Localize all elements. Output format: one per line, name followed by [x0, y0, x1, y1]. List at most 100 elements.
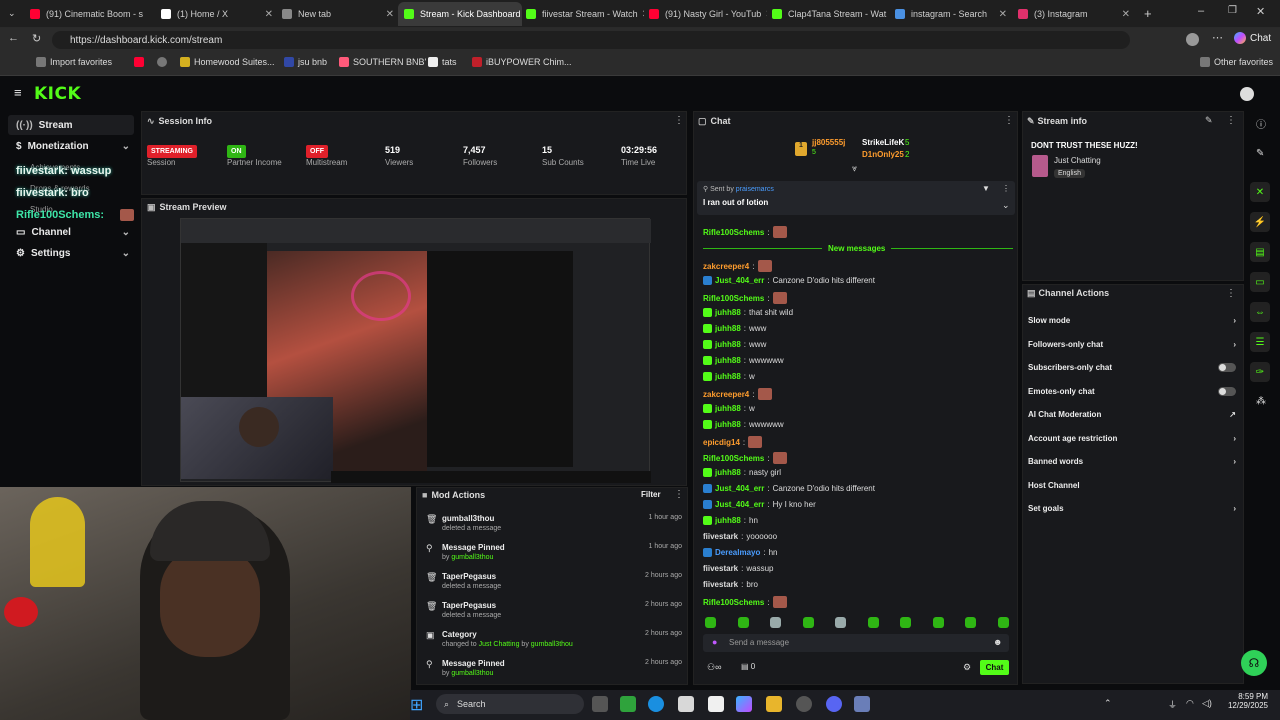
- browser-tab[interactable]: (3) Instagram ✕: [1012, 2, 1136, 26]
- browser-tab[interactable]: Clap4Tana Stream - Wat✕: [766, 2, 890, 26]
- mod-action-item[interactable]: 🗑 TaperPegasus deleted a message 2 hours ag…: [426, 570, 684, 598]
- chat-username[interactable]: juhh88: [715, 308, 741, 317]
- chat-settings-icon[interactable]: ⚙: [963, 662, 971, 673]
- kebab-menu-icon[interactable]: ⋮: [674, 489, 684, 500]
- channel-action-item[interactable]: Account age restriction ›: [1028, 434, 1236, 443]
- taskbar-search[interactable]: ⌕ Search: [436, 694, 584, 714]
- chat-username[interactable]: Derealmayo: [715, 548, 760, 557]
- bookmark-globe[interactable]: [157, 57, 167, 67]
- store-icon[interactable]: [678, 696, 694, 712]
- chat-bubble-icon[interactable]: ▭: [1250, 272, 1270, 292]
- chat-message[interactable]: epicdig14:: [703, 436, 765, 448]
- server-icon[interactable]: ☰: [1250, 332, 1270, 352]
- chat-message[interactable]: fiivestark: yoooooo: [703, 532, 777, 541]
- chat-username[interactable]: Rifle100Schems: [703, 228, 764, 237]
- chat-message[interactable]: Just_404_err: Hy I kno her: [703, 500, 816, 509]
- quick-emote-icon[interactable]: [997, 617, 1009, 628]
- close-tab-icon[interactable]: ✕: [261, 9, 273, 20]
- more-tools-icon[interactable]: ⁂: [1256, 396, 1266, 407]
- kebab-menu-icon[interactable]: ⋮: [674, 115, 684, 126]
- chat-username[interactable]: epicdig14: [703, 438, 740, 447]
- edit-icon[interactable]: ✎: [1205, 115, 1213, 126]
- chat-message[interactable]: Rifle100Schems:: [703, 596, 790, 608]
- browser-tab[interactable]: (91) Cinematic Boom - s✕: [24, 2, 148, 26]
- support-icon[interactable]: ☊: [1241, 650, 1267, 676]
- url-input[interactable]: https://dashboard.kick.com/stream: [52, 31, 1130, 49]
- chat-username[interactable]: juhh88: [715, 468, 741, 477]
- channel-action-item[interactable]: Subscribers-only chat: [1028, 363, 1236, 372]
- chat-message[interactable]: juhh88: wwwwww: [703, 420, 784, 429]
- close-tab-icon[interactable]: ✕: [995, 9, 1007, 20]
- bookmark-import-favorites[interactable]: Import favorites: [36, 57, 112, 67]
- lightning-icon[interactable]: ⚡: [1250, 212, 1270, 232]
- mod-action-item[interactable]: ⚲ Message Pinned by gumball3thou 1 hour ago: [426, 541, 684, 569]
- chat-message[interactable]: juhh88: that shit wild: [703, 308, 793, 317]
- gifter-name[interactable]: StrikeLifeK: [862, 138, 904, 147]
- points-icon[interactable]: ⚇∞: [707, 662, 721, 673]
- channel-action-item[interactable]: Banned words ›: [1028, 457, 1236, 466]
- chat-message[interactable]: juhh88: wwwwww: [703, 356, 784, 365]
- browser-tab[interactable]: instagram - Search ✕: [889, 2, 1013, 26]
- chat-message[interactable]: juhh88: hn: [703, 516, 758, 525]
- mod-action-item[interactable]: 🗑 gumball3thou deleted a message 1 hour ago: [426, 512, 684, 540]
- channel-action-item[interactable]: Set goals ›: [1028, 504, 1236, 513]
- chat-username[interactable]: juhh88: [715, 340, 741, 349]
- quick-action-icon[interactable]: ✕: [1250, 182, 1270, 202]
- sidebar-item-channel[interactable]: ▭ Channel ⌄: [8, 222, 134, 242]
- chat-username[interactable]: juhh88: [715, 404, 741, 413]
- chat-username[interactable]: Just_404_err: [715, 484, 764, 493]
- sidebar-item-monetization[interactable]: $ Monetization ⌄: [8, 136, 134, 156]
- bookmark-tats[interactable]: tats: [428, 57, 457, 67]
- user-avatar[interactable]: [1240, 87, 1254, 101]
- kebab-menu-icon[interactable]: ⋮: [1004, 115, 1014, 126]
- chat-message[interactable]: juhh88: www: [703, 340, 766, 349]
- chat-username[interactable]: juhh88: [715, 324, 741, 333]
- back-icon[interactable]: ←: [8, 32, 19, 44]
- copilot-icon[interactable]: [736, 696, 752, 712]
- profile-avatar[interactable]: [1186, 33, 1199, 46]
- chat-message[interactable]: Rifle100Schems:: [703, 226, 790, 238]
- menu-dots-icon[interactable]: ⋯: [1212, 31, 1223, 44]
- quick-emote-icon[interactable]: [802, 617, 814, 628]
- bookmark-other-favorites[interactable]: Other favorites: [1200, 57, 1273, 67]
- chat-message[interactable]: zakcreeper4:: [703, 388, 775, 400]
- toggle-switch[interactable]: [1218, 363, 1236, 372]
- copilot-chat-button[interactable]: Chat: [1234, 32, 1271, 44]
- bookmark-ibuypower[interactable]: iBUYPOWER Chim...: [472, 57, 572, 67]
- chat-username[interactable]: juhh88: [715, 420, 741, 429]
- filter-button[interactable]: Filter: [641, 490, 661, 499]
- chat-username[interactable]: Rifle100Schems: [703, 454, 764, 463]
- volume-icon[interactable]: ◁): [1202, 698, 1212, 709]
- info-icon[interactable]: ⓘ: [1256, 116, 1266, 131]
- chat-username[interactable]: juhh88: [715, 372, 741, 381]
- task-view-icon[interactable]: [592, 696, 608, 712]
- document-icon[interactable]: ▤: [1250, 242, 1270, 262]
- bookmark-homewood[interactable]: Homewood Suites...: [180, 57, 275, 67]
- mic-icon[interactable]: ●: [712, 637, 717, 647]
- chat-username[interactable]: fiivestark: [703, 580, 738, 589]
- close-tab-icon[interactable]: ✕: [1118, 9, 1130, 20]
- edit-icon[interactable]: ✎: [1256, 148, 1264, 159]
- chat-message[interactable]: zakcreeper4:: [703, 260, 775, 272]
- chat-username[interactable]: juhh88: [715, 356, 741, 365]
- quick-emote-icon[interactable]: [737, 617, 749, 628]
- chat-username[interactable]: Just_404_err: [715, 500, 764, 509]
- chat-username[interactable]: juhh88: [715, 516, 741, 525]
- tab-list-chevron-icon[interactable]: ⌄: [8, 8, 16, 19]
- chat-message[interactable]: juhh88: nasty girl: [703, 468, 781, 477]
- stream-preview-video[interactable]: [180, 218, 651, 483]
- sidebar-item-settings[interactable]: ⚙ Settings ⌄: [8, 243, 134, 263]
- mod-action-item[interactable]: 🗑 TaperPegasus deleted a message 2 hours ag…: [426, 599, 684, 627]
- quick-emote-icon[interactable]: [965, 617, 976, 628]
- settings-icon[interactable]: [854, 696, 870, 712]
- chat-username[interactable]: fiivestark: [703, 564, 738, 573]
- pin-icon[interactable]: ▼: [982, 184, 990, 193]
- gifter-name[interactable]: jj805555j: [812, 138, 845, 147]
- browser-tab[interactable]: fiivestar Stream - Watch✕: [520, 2, 644, 26]
- minimize-button[interactable]: –: [1198, 5, 1204, 17]
- quick-emote-icon[interactable]: [867, 617, 879, 628]
- discord-icon[interactable]: [826, 696, 842, 712]
- close-tab-icon[interactable]: ✕: [382, 9, 394, 20]
- notepad-icon[interactable]: [708, 696, 724, 712]
- tray-chevron-icon[interactable]: ⌃: [1104, 698, 1112, 709]
